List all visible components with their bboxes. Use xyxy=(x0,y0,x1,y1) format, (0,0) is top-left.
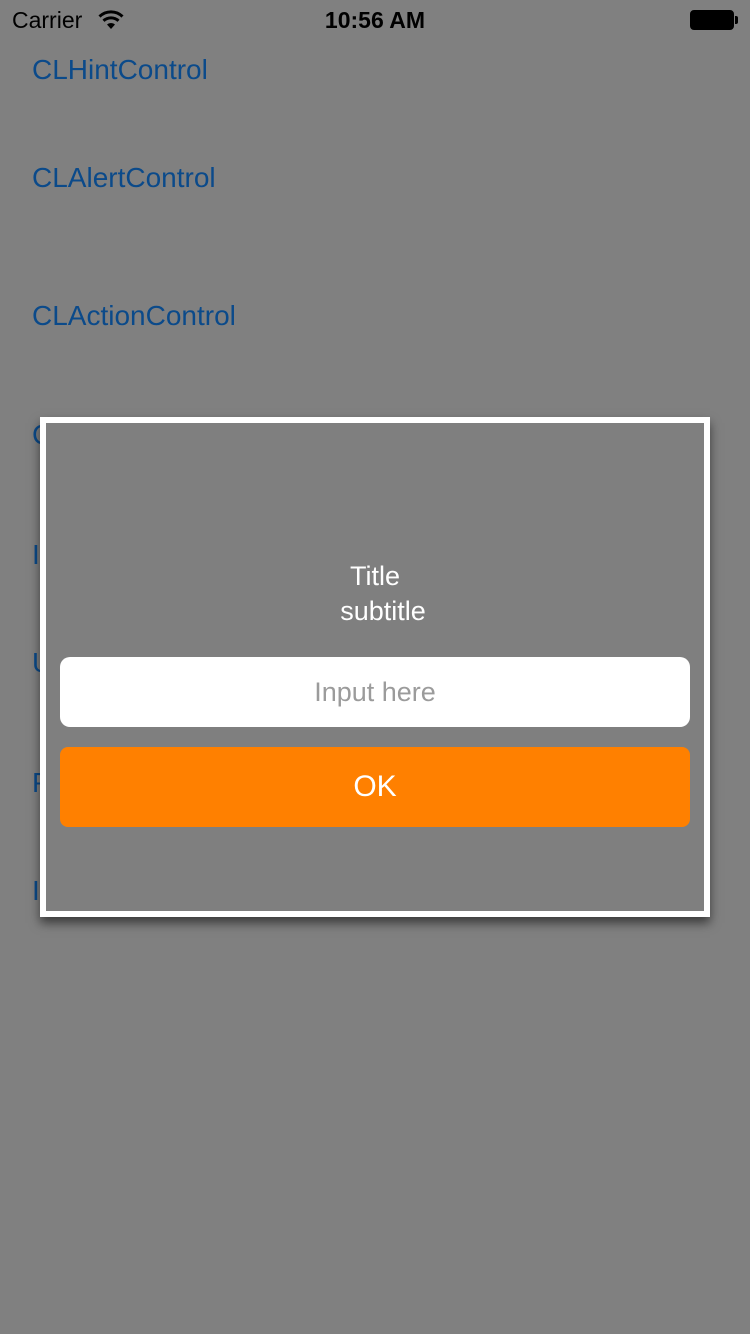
alert-subtitle: subtitle xyxy=(340,596,426,626)
alert-title: Title xyxy=(349,561,400,591)
menu-item-hint-control[interactable]: CLHintControl xyxy=(32,53,208,87)
menu-item-alert-control[interactable]: CLAlertControl xyxy=(32,161,216,195)
menu-item-8[interactable]: I xyxy=(32,874,40,908)
alert-input-field[interactable] xyxy=(60,657,690,727)
status-bar: Carrier 10:56 AM xyxy=(0,0,750,40)
clock: 10:56 AM xyxy=(324,7,426,33)
ok-button[interactable]: OK xyxy=(60,747,690,827)
battery-icon xyxy=(690,10,738,30)
menu-item-5[interactable]: I xyxy=(32,538,40,572)
alert-dialog: Title subtitle OK xyxy=(40,417,710,917)
menu-item-action-control[interactable]: CLActionControl xyxy=(32,299,236,333)
